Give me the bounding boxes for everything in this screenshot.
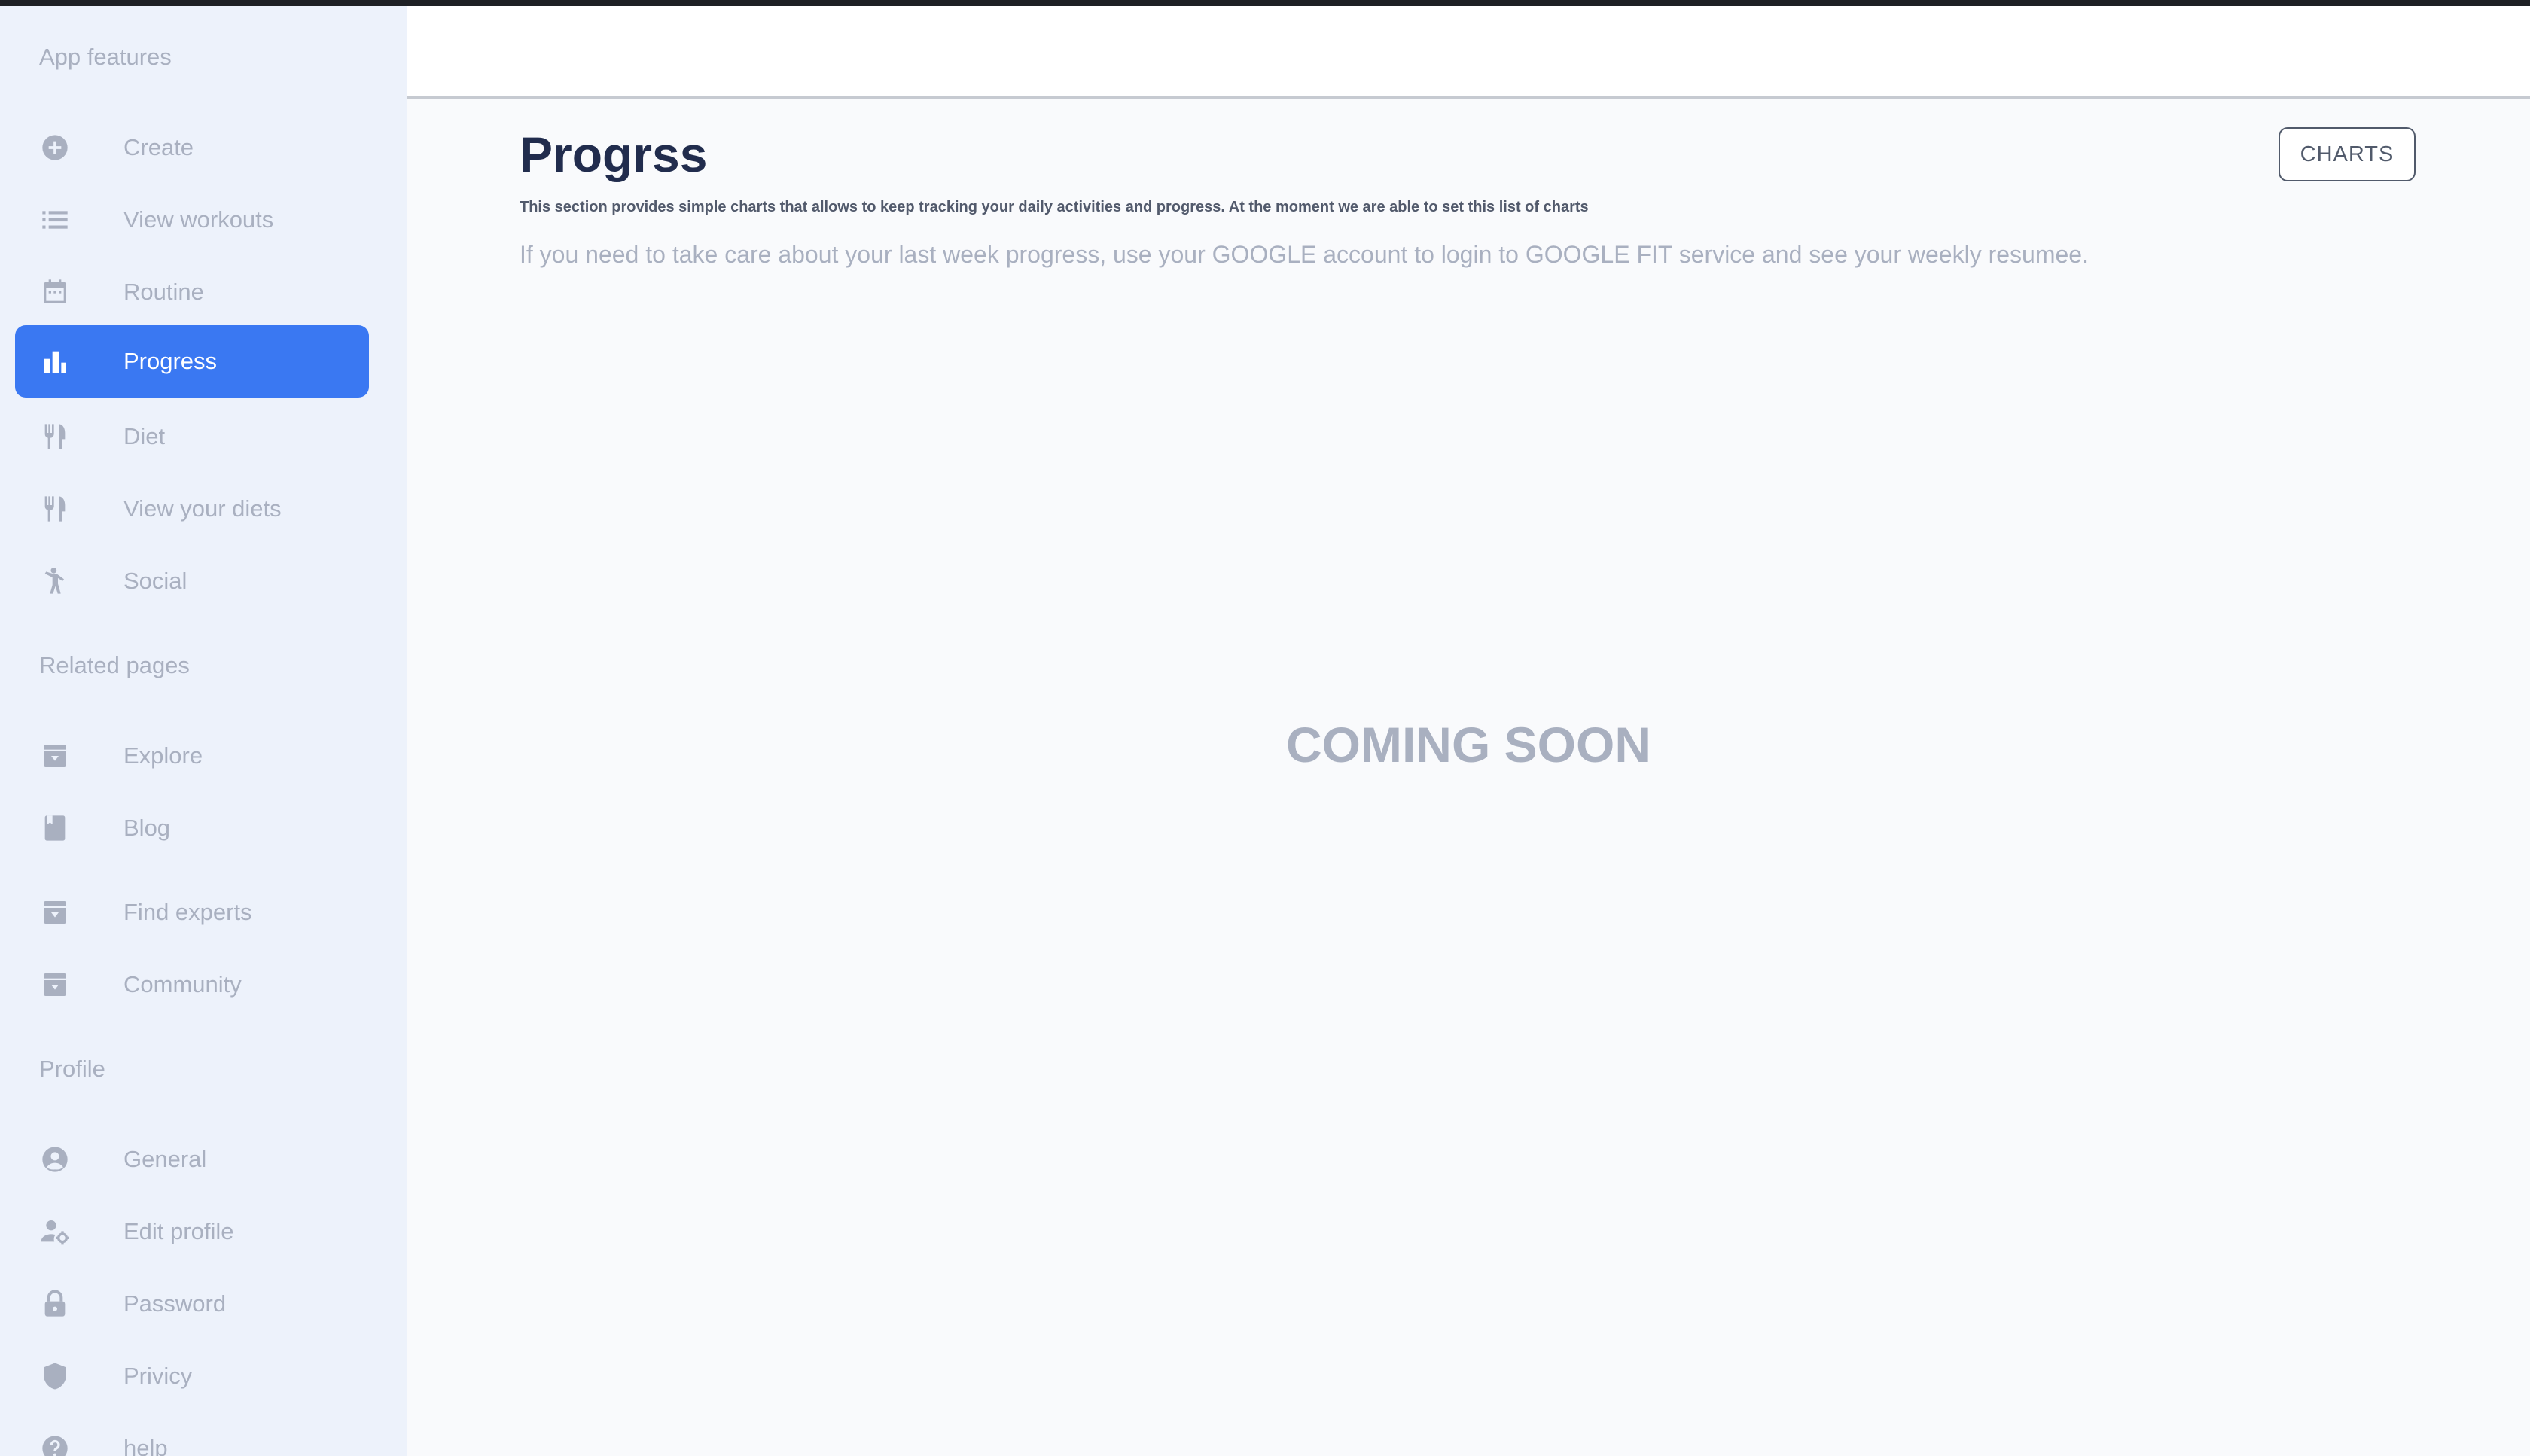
add-circle-icon — [40, 133, 70, 163]
sidebar-item-routine[interactable]: Routine — [15, 256, 369, 328]
person-settings-icon — [40, 1217, 70, 1247]
section-title-app-features: App features — [39, 44, 172, 70]
sidebar-item-label: Routine — [123, 279, 204, 305]
sidebar-item-label: Community — [123, 971, 242, 998]
page-subtitle: This section provides simple charts that… — [520, 199, 1589, 215]
info-text: If you need to take care about your last… — [520, 241, 2089, 268]
sidebar-item-edit-profile[interactable]: Edit profile — [15, 1196, 369, 1268]
sidebar-item-label: General — [123, 1146, 207, 1172]
sidebar-item-label: Find experts — [123, 899, 252, 925]
sidebar-item-progress[interactable]: Progress — [15, 325, 369, 398]
person-walking-icon — [40, 566, 70, 596]
archive-icon — [40, 741, 70, 771]
sidebar-item-label: Progress — [123, 348, 218, 374]
sidebar-item-general[interactable]: General — [15, 1123, 369, 1196]
sidebar-item-label: Social — [123, 568, 187, 594]
list-icon — [40, 205, 70, 235]
main-header — [407, 6, 2530, 99]
section-title-profile: Profile — [39, 1055, 105, 1082]
sidebar-item-label: help — [123, 1435, 168, 1456]
sidebar-item-label: Edit profile — [123, 1218, 234, 1244]
help-icon — [40, 1433, 70, 1456]
sidebar-item-label: Create — [123, 134, 194, 160]
sidebar-item-label: View your diets — [123, 495, 282, 522]
sidebar-item-label: Blog — [123, 815, 171, 841]
sidebar-item-diet[interactable]: Diet — [15, 401, 369, 473]
top-border — [0, 0, 2530, 6]
sidebar-item-social[interactable]: Social — [15, 545, 369, 617]
calendar-icon — [40, 277, 70, 307]
restaurant-icon — [40, 494, 70, 524]
sidebar-item-find-experts[interactable]: Find experts — [15, 876, 369, 949]
restaurant-icon — [40, 422, 70, 452]
sidebar-item-create[interactable]: Create — [15, 111, 369, 184]
sidebar-item-explore[interactable]: Explore — [15, 720, 369, 792]
sidebar-item-privacy[interactable]: Privicy — [15, 1340, 369, 1412]
archive-icon — [40, 970, 70, 1000]
sidebar-item-label: Diet — [123, 423, 166, 449]
sidebar-item-view-your-diets[interactable]: View your diets — [15, 473, 369, 545]
archive-icon — [40, 897, 70, 928]
page-title: Progrss — [520, 126, 708, 182]
sidebar-item-label: Password — [123, 1290, 227, 1317]
shield-icon — [40, 1361, 70, 1391]
sidebar-item-help[interactable]: help — [15, 1412, 369, 1456]
bar-chart-icon — [40, 346, 70, 376]
account-circle-icon — [40, 1144, 70, 1174]
book-icon — [40, 813, 70, 843]
sidebar-item-view-workouts[interactable]: View workouts — [15, 184, 369, 256]
sidebar-item-blog[interactable]: Blog — [15, 792, 369, 864]
sidebar-item-password[interactable]: Password — [15, 1268, 369, 1340]
sidebar-item-label: View workouts — [123, 206, 274, 233]
sidebar-item-community[interactable]: Community — [15, 949, 369, 1021]
lock-icon — [40, 1289, 70, 1319]
sidebar: App features Create View workouts Routin… — [0, 6, 407, 1456]
app-window: App features Create View workouts Routin… — [0, 0, 2530, 1456]
section-title-related-pages: Related pages — [39, 652, 190, 678]
coming-soon-text: COMING SOON — [1285, 717, 1651, 772]
charts-button[interactable]: CHARTS — [2279, 127, 2416, 181]
sidebar-item-label: Privicy — [123, 1363, 193, 1389]
sidebar-item-label: Explore — [123, 742, 203, 769]
